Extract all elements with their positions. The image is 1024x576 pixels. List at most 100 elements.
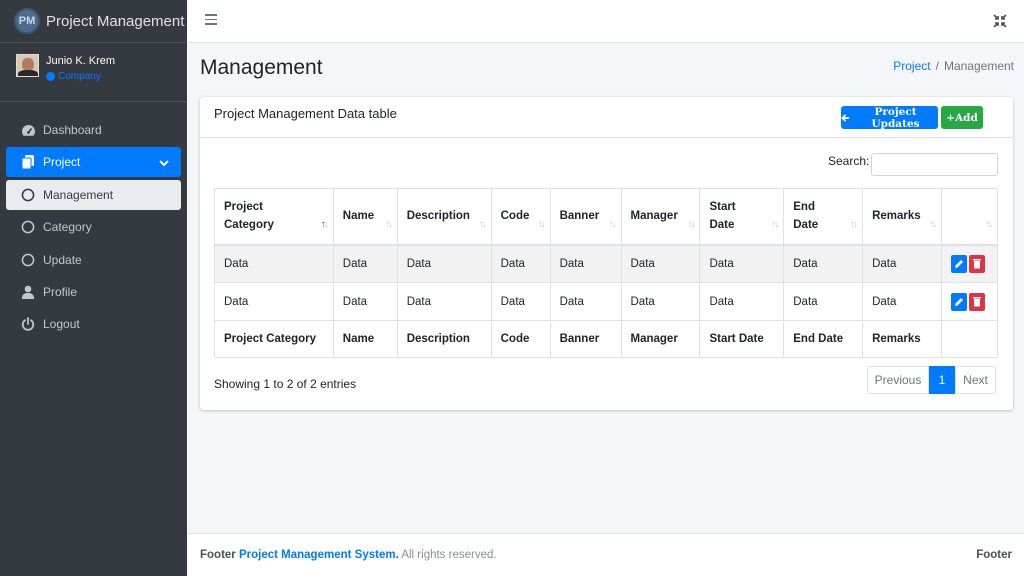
table-row: Data Data Data Data Data Data Data Data … — [214, 282, 998, 321]
sidebar-item-label: Management — [43, 187, 114, 202]
sort-icon: ↑↓ — [850, 218, 858, 230]
cell-project-category: Data — [214, 282, 334, 321]
page-title: Management — [200, 56, 323, 79]
user-company: Company — [46, 71, 115, 82]
data-table: Project Category ↑↓ Name ↑↓ Description ↑↓ … — [214, 188, 998, 358]
cell-description: Data — [396, 244, 492, 283]
sidebar-item-profile[interactable]: Profile — [6, 277, 181, 307]
pagination-previous[interactable]: Previous — [867, 366, 929, 394]
footer-column-project-category: Project Category — [214, 320, 334, 358]
sort-icon: ↑↓ — [929, 218, 937, 230]
cell-banner: Data — [549, 244, 622, 283]
pagination-next[interactable]: Next — [955, 366, 996, 394]
dashboard-icon — [20, 122, 36, 138]
user-name[interactable]: Junio K. Krem — [46, 54, 115, 68]
company-label: Company — [58, 71, 101, 82]
cell-code: Data — [490, 244, 551, 283]
cell-remarks: Data — [862, 282, 943, 321]
column-header-end-date[interactable]: End Date ↑↓ — [783, 188, 864, 246]
footer-left: Footer Project Management System. All ri… — [200, 549, 497, 561]
cell-start-date: Data — [699, 282, 785, 321]
user-icon — [20, 284, 36, 300]
footer-column-start-date: Start Date — [699, 320, 785, 358]
footer-system-link[interactable]: Project Management System. — [239, 549, 399, 561]
breadcrumb: Project / Management — [893, 59, 1014, 73]
cell-actions — [941, 282, 998, 321]
footer-rights: All rights reserved. — [401, 549, 497, 561]
footer-column-actions — [941, 320, 998, 358]
sidebar-item-category[interactable]: Category — [6, 212, 181, 242]
sidebar-item-label: Project — [43, 155, 81, 170]
cell-name: Data — [332, 282, 398, 321]
power-icon — [20, 316, 36, 332]
column-header-code[interactable]: Code ↑↓ — [490, 188, 551, 246]
sidebar-item-dashboard[interactable]: Dashboard — [6, 115, 181, 145]
sort-icon: ↑↓ — [384, 218, 393, 230]
top-navbar — [187, 0, 1024, 43]
pagination-page-1[interactable]: 1 — [929, 366, 955, 394]
column-header-project-category[interactable]: Project Category ↑↓ — [214, 188, 334, 246]
circle-icon — [20, 252, 36, 268]
footer-column-code: Code — [490, 320, 551, 358]
sort-icon: ↑↓ — [771, 218, 779, 230]
search-label: Search: — [828, 154, 870, 168]
avatar — [16, 54, 39, 77]
footer-column-name: Name — [332, 320, 398, 358]
breadcrumb-link-project[interactable]: Project — [893, 59, 930, 73]
column-header-banner[interactable]: Banner ↑↓ — [549, 188, 622, 246]
brand-link[interactable]: PM Project Management — [0, 0, 187, 43]
copy-icon — [20, 154, 36, 170]
column-header-name[interactable]: Name ↑↓ — [332, 188, 398, 246]
column-header-start-date[interactable]: Start Date ↑↓ — [699, 188, 785, 246]
data-table-card: Project Management Data table Project Up… — [200, 97, 1013, 410]
breadcrumb-separator: / — [935, 59, 939, 73]
card-title: Project Management Data table — [214, 106, 397, 121]
table-row: Data Data Data Data Data Data Data Data … — [214, 244, 998, 283]
footer-column-banner: Banner — [549, 320, 622, 358]
edit-icon[interactable] — [951, 254, 968, 273]
sidebar-nav: Dashboard Project Management Category Up… — [0, 102, 187, 339]
sidebar-item-update[interactable]: Update — [6, 245, 181, 275]
sort-icon: ↑↓ — [537, 218, 546, 230]
trash-icon[interactable] — [969, 292, 986, 311]
add-button[interactable]: +Add — [941, 106, 983, 129]
circle-icon — [20, 219, 36, 235]
cell-banner: Data — [549, 282, 622, 321]
sidebar: PM Project Management Junio K. Krem Comp… — [0, 0, 187, 576]
column-header-actions[interactable]: ↑↓ — [941, 188, 998, 246]
sidebar-item-project[interactable]: Project — [6, 147, 181, 178]
card-header: Project Management Data table Project Up… — [200, 97, 1013, 138]
sidebar-item-label: Update — [43, 252, 82, 267]
cell-actions — [941, 244, 998, 283]
menu-toggle-icon[interactable] — [205, 14, 217, 27]
sidebar-item-label: Profile — [43, 284, 78, 299]
column-header-remarks[interactable]: Remarks ↑↓ — [862, 188, 943, 246]
brand-title: Project Management — [46, 12, 185, 30]
status-dot-icon — [46, 72, 55, 81]
cell-remarks: Data — [862, 244, 943, 283]
project-updates-button[interactable]: Project Updates — [841, 106, 938, 130]
cell-name: Data — [332, 244, 398, 283]
column-header-manager[interactable]: Manager ↑↓ — [620, 188, 701, 246]
chevron-down-icon — [159, 156, 169, 170]
cell-manager: Data — [620, 282, 701, 321]
brand-logo: PM — [14, 8, 40, 34]
sort-icon: ↑↓ — [687, 218, 695, 230]
footer-column-remarks: Remarks — [862, 320, 943, 358]
content-header: Management Project / Management — [200, 56, 1014, 82]
trash-icon[interactable] — [969, 254, 986, 273]
footer-prefix: Footer — [200, 549, 236, 561]
cell-end-date: Data — [783, 244, 864, 283]
fullscreen-icon[interactable] — [993, 14, 1007, 28]
sidebar-item-management[interactable]: Management — [6, 179, 181, 210]
edit-icon[interactable] — [951, 292, 968, 311]
sort-asc-icon: ↑↓ — [320, 218, 329, 230]
search-input[interactable] — [871, 153, 998, 176]
sort-icon: ↑↓ — [478, 218, 487, 230]
sidebar-item-label: Category — [43, 220, 92, 235]
column-header-description[interactable]: Description ↑↓ — [396, 188, 492, 246]
footer-column-description: Description — [396, 320, 492, 358]
sidebar-item-label: Logout — [43, 317, 80, 332]
sidebar-item-logout[interactable]: Logout — [6, 309, 181, 339]
cell-start-date: Data — [699, 244, 785, 283]
